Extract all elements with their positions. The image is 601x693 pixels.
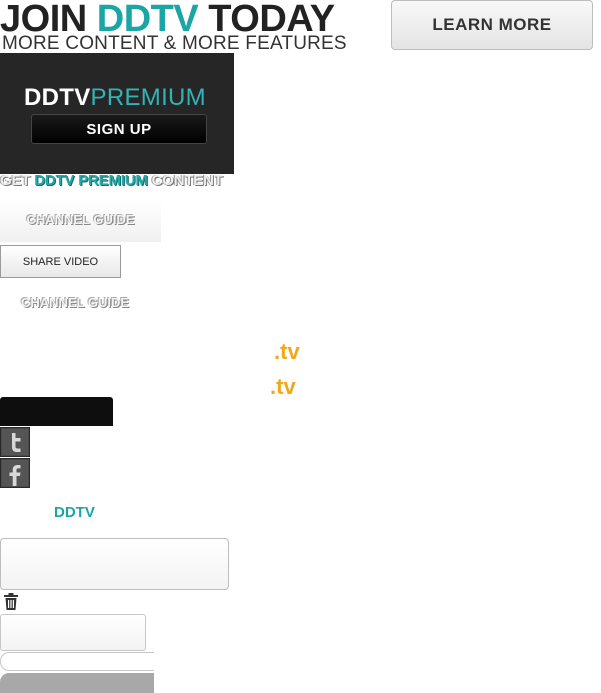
facebook-button[interactable] xyxy=(0,458,30,488)
twitter-button[interactable] xyxy=(0,427,30,457)
large-input-box[interactable] xyxy=(0,538,229,590)
trash-icon[interactable] xyxy=(3,593,19,611)
join-subtitle: MORE CONTENT & MORE FEATURES xyxy=(2,33,347,54)
tv-domain-label: .tv xyxy=(274,339,300,364)
get-premium-suffix: CONTENT xyxy=(147,172,223,189)
grey-button[interactable] xyxy=(0,673,154,693)
facebook-icon xyxy=(2,460,28,486)
channel-guide-button[interactable]: CHANNEL GUIDE xyxy=(0,199,161,242)
channel-guide-link[interactable]: CHANNEL GUIDE xyxy=(21,295,129,310)
share-video-button[interactable]: SHARE VIDEO xyxy=(0,245,121,278)
sign-up-button[interactable]: SIGN UP xyxy=(31,114,207,144)
medium-input-box[interactable] xyxy=(0,614,146,651)
get-premium-heading: GET DDTV PREMIUM CONTENT xyxy=(0,172,223,189)
rounded-input-field[interactable] xyxy=(0,652,154,671)
get-premium-prefix: GET xyxy=(0,172,35,189)
tv-domain-label-2: .tv xyxy=(270,374,296,399)
premium-logo-sub: PREMIUM xyxy=(90,84,206,111)
premium-logo-main: DDTV xyxy=(24,84,91,111)
dark-button[interactable] xyxy=(0,397,113,426)
get-premium-accent: DDTV PREMIUM xyxy=(34,172,148,189)
twitter-icon xyxy=(2,429,28,455)
premium-panel: DDTVPREMIUM SIGN UP xyxy=(0,53,234,174)
premium-logo: DDTVPREMIUM xyxy=(24,84,206,112)
ddtv-label: DDTV xyxy=(54,504,95,521)
learn-more-button[interactable]: LEARN MORE xyxy=(391,0,593,50)
